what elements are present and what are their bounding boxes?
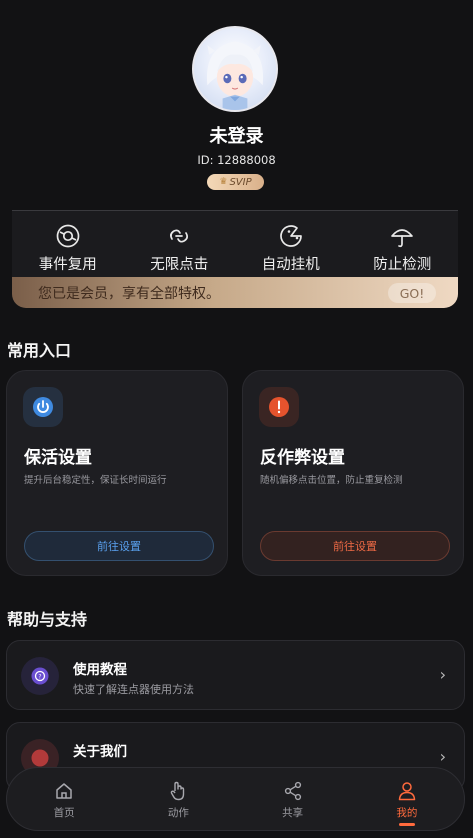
keepalive-title: 保活设置 (24, 448, 92, 468)
active-tab-indicator (398, 823, 415, 826)
tab-label: 动作 (167, 807, 189, 819)
share-icon (284, 781, 301, 801)
user-icon (398, 782, 416, 801)
tab-mine[interactable]: 我的 (350, 768, 464, 830)
help-item-desc: 快速了解连点器使用方法 (73, 683, 194, 696)
auto-idle-icon (279, 225, 302, 247)
svg-text:?: ? (38, 673, 41, 680)
feature-list: 事件复用 无限点击 自动挂机 防止检测 (12, 223, 458, 279)
keepalive-desc: 提升后台稳定性，保证长时间运行 (24, 475, 167, 486)
feature-label: 防止检测 (373, 257, 432, 273)
svip-label: SVIP (229, 176, 252, 188)
anticheat-settings-button[interactable]: 前往设置 (260, 531, 450, 561)
anticheat-title: 反作弊设置 (260, 448, 345, 468)
tab-label: 共享 (282, 807, 304, 819)
keepalive-card[interactable]: 保活设置 提升后台稳定性，保证长时间运行 前往设置 (6, 370, 228, 576)
alert-icon (269, 397, 289, 417)
avatar[interactable] (192, 26, 278, 112)
avatar-image (206, 41, 264, 110)
keepalive-settings-button[interactable]: 前往设置 (24, 531, 214, 561)
anticheat-badge (259, 387, 299, 427)
user-id: ID: 12888008 (197, 153, 276, 167)
member-status-text: 您已是会员，享有全部特权。 (38, 286, 220, 302)
username: 未登录 (209, 126, 264, 147)
section-title-help: 帮助与支持 (7, 610, 88, 629)
feature-label: 自动挂机 (261, 257, 320, 273)
privilege-card: 事件复用 无限点击 自动挂机 防止检测 您已是会员，享有全部特权。 GO! (12, 210, 458, 308)
about-icon (31, 749, 49, 767)
feature-infinite-click[interactable]: 无限点击 (124, 223, 236, 279)
hand-icon (171, 781, 185, 801)
power-icon (33, 397, 53, 417)
infinite-click-icon (170, 229, 189, 243)
chevron-right-icon: › (439, 665, 446, 684)
help-item-tutorial[interactable]: ? 使用教程 快速了解连点器使用方法 › (6, 640, 465, 710)
svip-badge: ♛ SVIP (207, 174, 264, 190)
tab-home[interactable]: 首页 (7, 768, 121, 830)
anticheat-desc: 随机偏移点击位置，防止重复检测 (260, 475, 403, 486)
home-icon (56, 783, 72, 799)
feature-label: 无限点击 (150, 257, 209, 273)
event-reuse-icon (56, 224, 80, 248)
section-title-common: 常用入口 (7, 341, 72, 360)
tutorial-icon-wrap: ? (21, 657, 59, 695)
feature-anti-detect[interactable]: 防止检测 (347, 223, 459, 279)
crown-icon: ♛ (219, 177, 228, 187)
feature-event-reuse[interactable]: 事件复用 (12, 223, 124, 279)
help-item-title: 使用教程 (73, 662, 127, 678)
tutorial-icon: ? (31, 667, 49, 685)
feature-label: 事件复用 (38, 257, 97, 273)
help-item-title: 关于我们 (73, 744, 127, 760)
anticheat-card[interactable]: 反作弊设置 随机偏移点击位置，防止重复检测 前往设置 (242, 370, 464, 576)
chevron-right-icon: › (439, 747, 446, 766)
tab-share[interactable]: 共享 (236, 768, 350, 830)
tab-label: 首页 (53, 807, 75, 819)
feature-auto-idle[interactable]: 自动挂机 (235, 223, 347, 279)
umbrella-icon (391, 229, 414, 248)
tab-action[interactable]: 动作 (121, 768, 235, 830)
bottom-tab-bar: 首页 动作 共享 我的 (6, 767, 465, 831)
keepalive-badge (23, 387, 63, 427)
go-button[interactable]: GO! (388, 283, 436, 303)
member-status-bar[interactable]: 您已是会员，享有全部特权。 GO! (12, 277, 458, 308)
tab-label: 我的 (396, 807, 418, 819)
